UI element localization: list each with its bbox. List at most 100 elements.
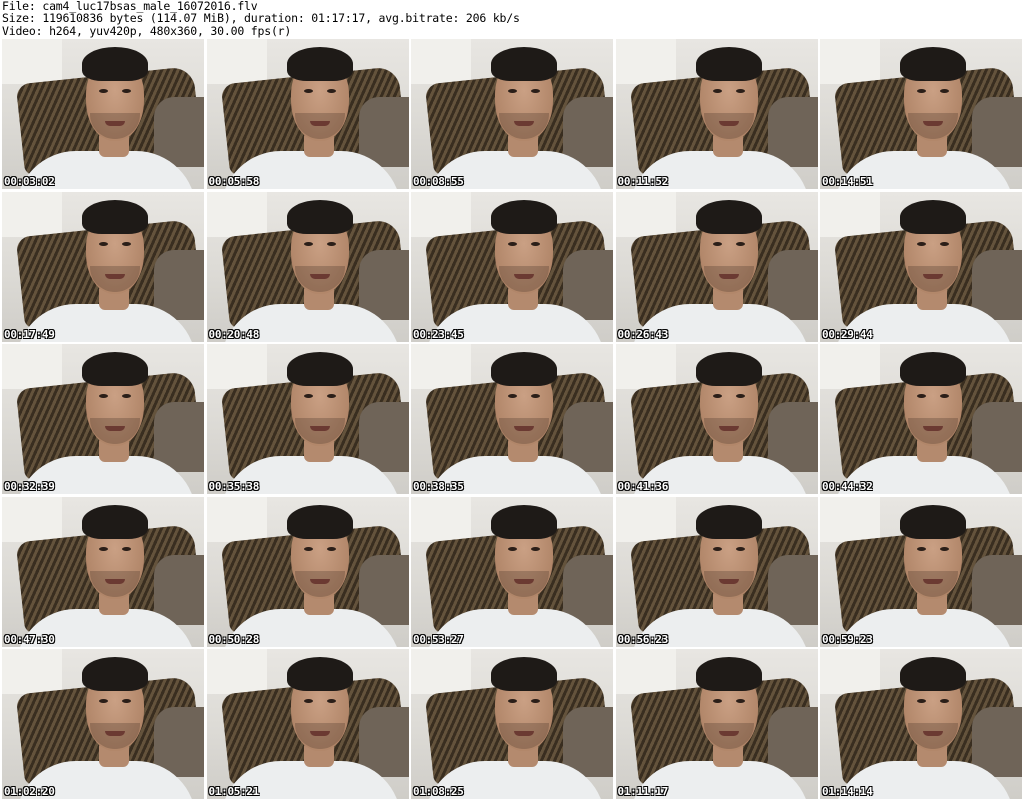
- thumbnail-timestamp: 00:59:23: [822, 632, 873, 646]
- hair: [82, 657, 148, 691]
- hair: [82, 47, 148, 81]
- right-eye: [326, 241, 336, 246]
- left-eye: [303, 241, 313, 246]
- left-eye: [303, 89, 313, 93]
- hair: [695, 47, 762, 81]
- video-thumbnail: 00:53:27: [411, 496, 613, 647]
- right-eye: [122, 546, 131, 551]
- right-eye: [735, 546, 745, 551]
- right-eye: [531, 394, 540, 398]
- right-eye: [326, 394, 336, 398]
- mouth: [718, 121, 739, 126]
- thumbnail-timestamp: 01:14:14: [822, 785, 873, 798]
- thumbnail-timestamp: 01:08:25: [413, 785, 464, 798]
- left-eye: [99, 241, 108, 246]
- video-thumbnail: 00:44:32: [820, 344, 1022, 494]
- left-eye: [303, 699, 313, 703]
- wall-light-patch: [820, 496, 880, 542]
- hair: [900, 657, 966, 691]
- wall-light-patch: [411, 191, 471, 237]
- hair: [900, 352, 966, 386]
- left-eye: [99, 546, 108, 551]
- thumbnail-timestamp: 00:41:36: [617, 480, 669, 493]
- left-eye: [917, 394, 926, 398]
- hair: [900, 47, 966, 81]
- hair: [286, 504, 353, 539]
- left-eye: [99, 699, 108, 703]
- video-thumbnail: 00:47:30: [2, 496, 204, 647]
- mouth: [923, 731, 943, 736]
- hair: [286, 657, 353, 691]
- right-eye: [531, 89, 540, 93]
- left-eye: [508, 699, 517, 703]
- video-thumbnail: 01:14:14: [820, 649, 1022, 799]
- wall-light-patch: [411, 496, 471, 542]
- left-eye: [99, 394, 108, 398]
- left-eye: [508, 394, 517, 398]
- right-eye: [326, 546, 336, 551]
- wall-light-patch: [820, 344, 880, 389]
- wall-light-patch: [820, 39, 880, 84]
- wall-light-patch: [615, 344, 676, 389]
- wall-light-patch: [206, 344, 267, 389]
- mouth: [923, 426, 943, 431]
- mouth: [514, 578, 534, 584]
- left-eye: [712, 89, 722, 93]
- right-eye: [735, 699, 745, 703]
- right-eye: [940, 546, 949, 551]
- thumbnail-timestamp: 00:20:48: [208, 327, 260, 341]
- thumbnail-timestamp: 01:11:17: [617, 785, 669, 798]
- mouth: [309, 273, 330, 279]
- thumbnail-timestamp: 00:29:44: [822, 327, 873, 341]
- left-eye: [917, 546, 926, 551]
- thumbnail-timestamp: 00:14:51: [822, 175, 873, 188]
- wall-light-patch: [206, 191, 267, 237]
- wall-light-patch: [2, 344, 62, 389]
- hair: [695, 657, 762, 691]
- mouth: [923, 273, 943, 279]
- right-eye: [531, 699, 540, 703]
- hair: [286, 47, 353, 81]
- mouth: [105, 273, 125, 279]
- thumbnail-timestamp: 00:38:35: [413, 480, 464, 493]
- wall-light-patch: [411, 344, 471, 389]
- wall-light-patch: [206, 649, 267, 694]
- left-eye: [917, 89, 926, 93]
- hair: [491, 47, 557, 81]
- left-eye: [712, 699, 722, 703]
- hair: [695, 199, 762, 234]
- right-eye: [326, 699, 336, 703]
- right-eye: [122, 394, 131, 398]
- left-eye: [508, 546, 517, 551]
- hair: [695, 504, 762, 539]
- wall-light-patch: [2, 39, 62, 84]
- mouth: [309, 426, 330, 431]
- hair: [286, 352, 353, 386]
- thumbnail-timestamp: 00:50:28: [208, 632, 260, 646]
- mouth: [514, 121, 534, 126]
- video-thumbnail: 00:05:58: [206, 39, 409, 189]
- thumbnail-timestamp: 01:05:21: [208, 785, 260, 798]
- wall-light-patch: [615, 496, 676, 542]
- wall-light-patch: [615, 191, 676, 237]
- mouth: [105, 121, 125, 126]
- thumbnail-timestamp: 00:11:52: [617, 175, 669, 188]
- left-eye: [917, 699, 926, 703]
- thumbnail-timestamp: 01:02:20: [4, 785, 55, 798]
- video-thumbnail: 00:03:02: [2, 39, 204, 189]
- hair: [491, 504, 557, 539]
- right-eye: [531, 546, 540, 551]
- hair: [286, 199, 353, 234]
- mouth: [105, 731, 125, 736]
- video-thumbnail: 01:08:25: [411, 649, 613, 799]
- right-eye: [735, 89, 745, 93]
- left-eye: [712, 394, 722, 398]
- left-eye: [712, 546, 722, 551]
- video-thumbnail: 00:26:43: [615, 191, 818, 342]
- hair: [82, 352, 148, 386]
- video-thumbnail: 00:35:38: [206, 344, 409, 494]
- mouth: [105, 426, 125, 431]
- mouth: [718, 731, 739, 736]
- mouth: [514, 273, 534, 279]
- mouth: [923, 578, 943, 584]
